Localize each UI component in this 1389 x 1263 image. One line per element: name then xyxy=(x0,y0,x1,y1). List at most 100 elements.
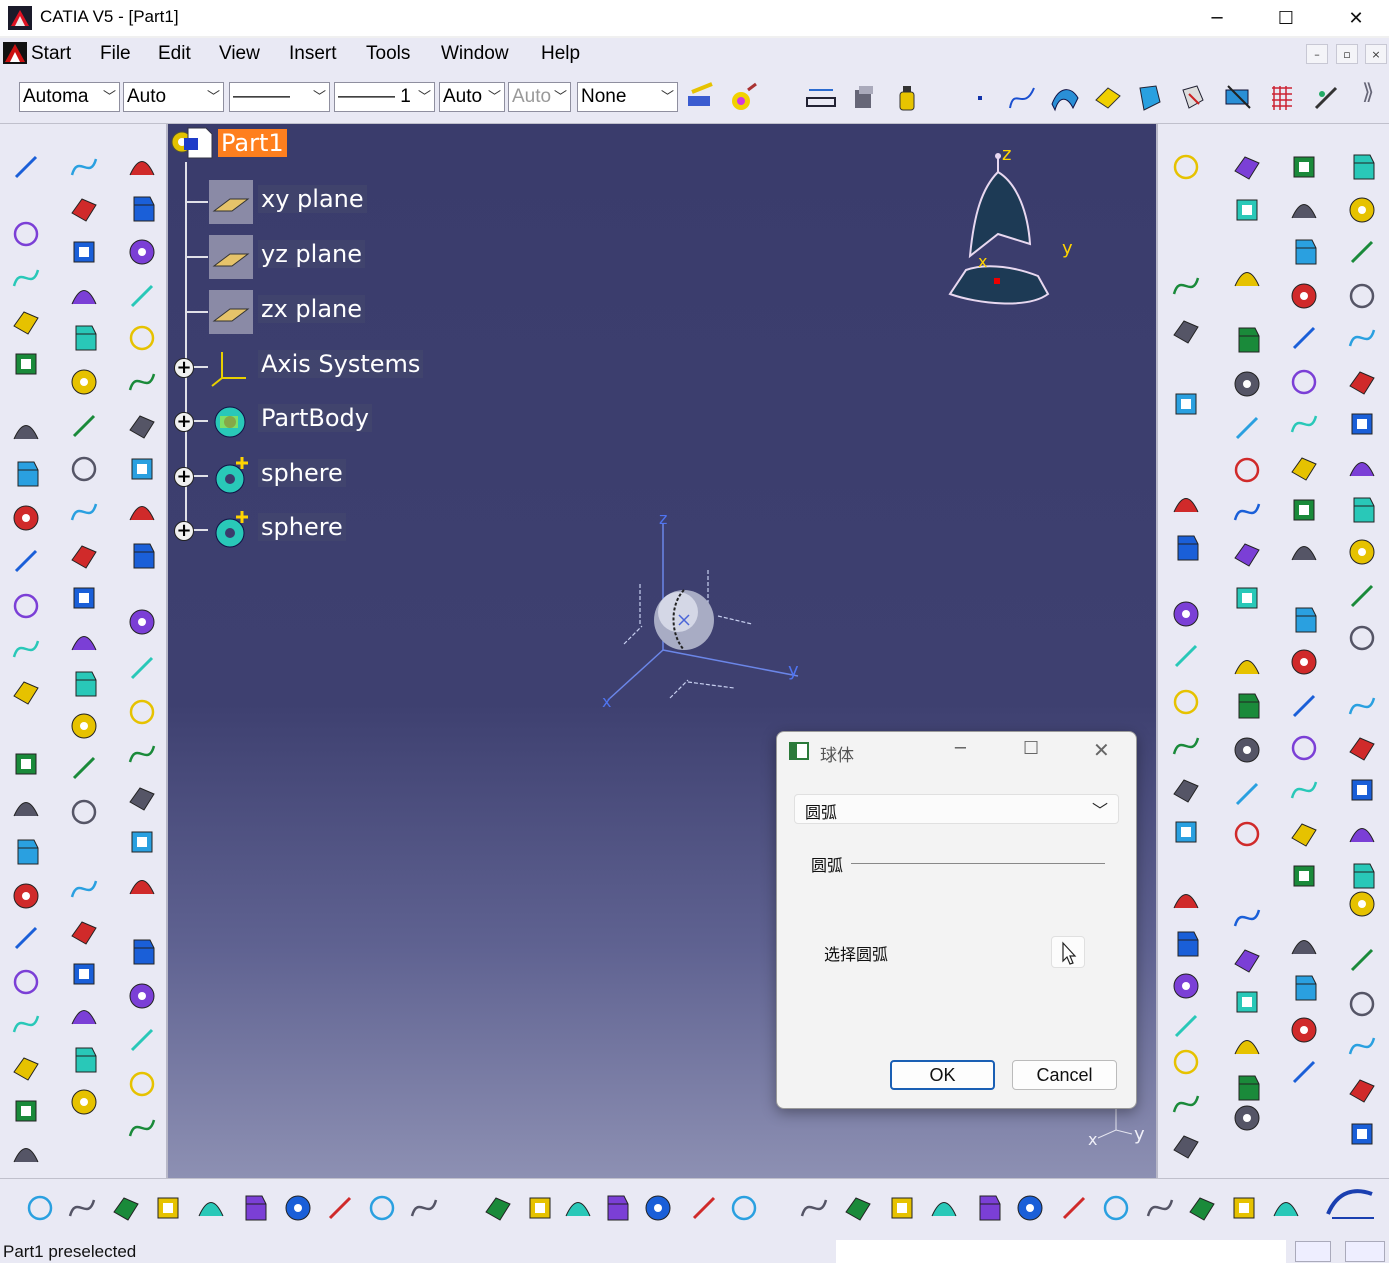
spline-icon[interactable] xyxy=(126,738,158,770)
spline-icon[interactable] xyxy=(1346,690,1378,722)
surface-icon[interactable] xyxy=(1170,774,1202,806)
solid-icon[interactable] xyxy=(126,193,158,225)
solid-icon[interactable] xyxy=(68,322,100,354)
expand-icon[interactable]: + xyxy=(174,467,194,487)
fill-icon[interactable] xyxy=(1170,488,1202,520)
standard-fill-icon[interactable] xyxy=(195,1192,227,1224)
compass-icon[interactable] xyxy=(938,144,1078,314)
spline-icon[interactable] xyxy=(1346,1030,1378,1062)
circle-icon[interactable] xyxy=(1170,686,1202,718)
spline-icon[interactable] xyxy=(1170,730,1202,762)
fill-icon[interactable] xyxy=(1231,262,1263,294)
painter-icon[interactable] xyxy=(684,82,716,114)
fill-icon[interactable] xyxy=(126,496,158,528)
standard-solid-icon[interactable] xyxy=(238,1192,270,1224)
circle-icon[interactable] xyxy=(1231,454,1263,486)
surface-icon[interactable] xyxy=(1346,732,1378,764)
surface-icon[interactable] xyxy=(1231,151,1263,183)
tree-item[interactable]: + PartBody xyxy=(168,398,468,446)
body-icon[interactable] xyxy=(1231,582,1263,614)
fill-color-combo[interactable]: Automa ﹀ xyxy=(19,82,120,112)
menu-start[interactable]: Start xyxy=(31,43,71,65)
fill-icon[interactable] xyxy=(10,792,42,824)
measure-inertia-icon[interactable] xyxy=(891,82,923,114)
surface-icon[interactable] xyxy=(126,782,158,814)
tree-item[interactable]: + sphere xyxy=(168,507,468,555)
body-icon[interactable] xyxy=(10,748,42,780)
spline-icon[interactable] xyxy=(1006,82,1038,114)
body-icon[interactable] xyxy=(10,1095,42,1127)
line-icon[interactable] xyxy=(1170,640,1202,672)
line-icon[interactable] xyxy=(1346,944,1378,976)
standard-spline-icon[interactable] xyxy=(408,1192,440,1224)
standard-body-icon[interactable] xyxy=(1228,1192,1260,1224)
tool-icon[interactable] xyxy=(126,606,158,638)
solid-icon[interactable] xyxy=(1288,236,1320,268)
spline-icon[interactable] xyxy=(126,366,158,398)
surface-icon[interactable] xyxy=(1346,1074,1378,1106)
split-icon[interactable] xyxy=(1222,82,1254,114)
body-icon[interactable] xyxy=(1346,1118,1378,1150)
spline-icon[interactable] xyxy=(1170,1088,1202,1120)
solid-icon[interactable] xyxy=(126,540,158,572)
standard-body-icon[interactable] xyxy=(152,1192,184,1224)
fill-icon[interactable] xyxy=(1288,194,1320,226)
tree-item[interactable]: xy plane xyxy=(168,179,468,227)
surface-icon[interactable] xyxy=(10,306,42,338)
body-icon[interactable] xyxy=(1170,816,1202,848)
surface-icon[interactable] xyxy=(68,540,100,572)
tool-icon[interactable] xyxy=(1346,888,1378,920)
tool-icon[interactable] xyxy=(1231,1102,1263,1134)
select-arc-button[interactable] xyxy=(1051,936,1085,968)
line-icon[interactable] xyxy=(1231,778,1263,810)
layer-combo[interactable]: None ﹀ xyxy=(577,82,678,112)
menu-edit[interactable]: Edit xyxy=(158,43,191,65)
fill-icon[interactable] xyxy=(1346,818,1378,850)
menu-insert[interactable]: Insert xyxy=(289,43,337,65)
solid-icon[interactable] xyxy=(1346,151,1378,183)
line-icon[interactable] xyxy=(1170,1010,1202,1042)
menu-tools[interactable]: Tools xyxy=(366,43,410,65)
grid-icon[interactable] xyxy=(1266,82,1298,114)
standard-body-icon[interactable] xyxy=(524,1192,556,1224)
spline-icon[interactable] xyxy=(1170,270,1202,302)
circle-icon[interactable] xyxy=(1346,622,1378,654)
body-icon[interactable] xyxy=(1231,194,1263,226)
standard-body-icon[interactable] xyxy=(886,1192,918,1224)
standard-circle-icon[interactable] xyxy=(366,1192,398,1224)
spline-icon[interactable] xyxy=(68,151,100,183)
tool-icon[interactable] xyxy=(1346,194,1378,226)
line-thickness-combo[interactable]: ——— ﹀ xyxy=(229,82,330,112)
solid-icon[interactable] xyxy=(1288,972,1320,1004)
circle-icon[interactable] xyxy=(1346,280,1378,312)
solid-icon[interactable] xyxy=(1231,324,1263,356)
circle-icon[interactable] xyxy=(10,218,42,250)
solid-icon[interactable] xyxy=(126,936,158,968)
menu-view[interactable]: View xyxy=(219,43,260,65)
standard-fill-icon[interactable] xyxy=(562,1192,594,1224)
circle-icon[interactable] xyxy=(1288,732,1320,764)
expand-icon[interactable]: + xyxy=(174,412,194,432)
extrude-surface-icon[interactable] xyxy=(1049,82,1081,114)
solid-icon[interactable] xyxy=(10,458,42,490)
dialog-minimize-button[interactable]: ─ xyxy=(955,738,966,759)
standard-tool-icon[interactable] xyxy=(1014,1192,1046,1224)
dialog-maximize-button[interactable]: ☐ xyxy=(1023,738,1039,759)
body-icon[interactable] xyxy=(1288,151,1320,183)
rendering-style-combo[interactable]: Auto ﹀ xyxy=(508,82,571,112)
surface-icon[interactable] xyxy=(1288,818,1320,850)
spline-icon[interactable] xyxy=(1346,322,1378,354)
mdi-restore-button[interactable]: ▫ xyxy=(1336,44,1358,64)
tools-palette-button[interactable] xyxy=(1345,1241,1385,1262)
line-icon[interactable] xyxy=(126,652,158,684)
line-icon[interactable] xyxy=(10,151,42,183)
spline-icon[interactable] xyxy=(10,1008,42,1040)
circle-icon[interactable] xyxy=(1346,988,1378,1020)
fill-icon[interactable] xyxy=(10,1138,42,1170)
circle-icon[interactable] xyxy=(10,966,42,998)
standard-fill-icon[interactable] xyxy=(928,1192,960,1224)
tool-icon[interactable] xyxy=(1170,598,1202,630)
close-button[interactable]: ✕ xyxy=(1333,4,1379,32)
solid-icon[interactable] xyxy=(1170,532,1202,564)
tool-icon[interactable] xyxy=(68,710,100,742)
